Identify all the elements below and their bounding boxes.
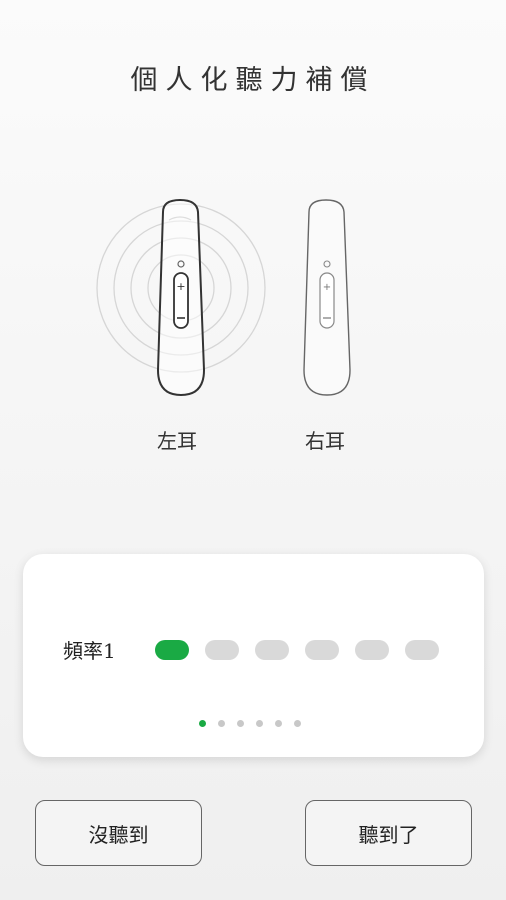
left-hearing-aid-icon[interactable]: + xyxy=(156,198,206,397)
hearing-aid-graphic: + + xyxy=(96,198,351,397)
page-dot xyxy=(237,720,244,727)
right-ear-label[interactable]: 右耳 xyxy=(305,425,345,454)
level-pill-3[interactable] xyxy=(255,640,289,660)
not-heard-button[interactable]: 沒聽到 xyxy=(35,800,202,866)
hearing-aid-illustration: + + xyxy=(0,190,506,410)
svg-text:+: + xyxy=(323,282,331,293)
page-dot xyxy=(294,720,301,727)
page-dot xyxy=(256,720,263,727)
page-title: 個人化聽力補償 xyxy=(130,65,376,96)
level-pill-2[interactable] xyxy=(205,640,239,660)
page-dot xyxy=(199,720,206,727)
level-pill-1[interactable] xyxy=(155,640,189,660)
svg-text:+: + xyxy=(176,280,185,293)
heard-button[interactable]: 聽到了 xyxy=(305,800,472,866)
right-hearing-aid-icon[interactable]: + xyxy=(303,199,351,396)
level-pill-4[interactable] xyxy=(305,640,339,660)
frequency-label: 頻率1 xyxy=(63,639,116,663)
level-pill-5[interactable] xyxy=(355,640,389,660)
page-dot xyxy=(275,720,282,727)
level-pill-6[interactable] xyxy=(405,640,439,660)
left-ear-label[interactable]: 左耳 xyxy=(157,425,197,454)
frequency-card: 頻率1 xyxy=(23,554,484,757)
page-dot xyxy=(218,720,225,727)
